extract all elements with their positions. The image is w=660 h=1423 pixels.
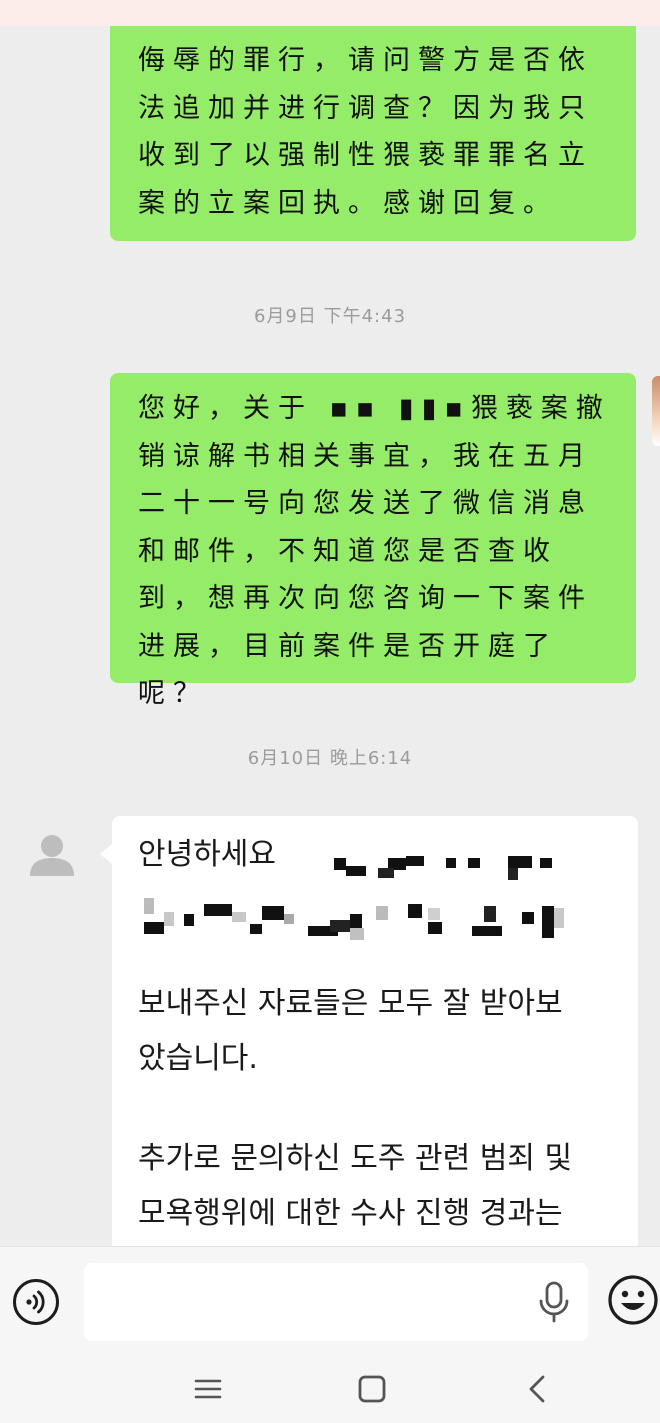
message-text-line: 추가로 문의하신 도주 관련 범죄 및 bbox=[138, 1141, 573, 1176]
home-button[interactable] bbox=[352, 1369, 392, 1409]
home-icon bbox=[358, 1375, 386, 1403]
microphone-icon bbox=[539, 1281, 569, 1323]
chat-area[interactable]: 侮辱的罪行，请问警方是否依法追加并进行调查？因为我只收到了以强制性猥亵罪罪名立案… bbox=[0, 26, 660, 1246]
message-input-bar bbox=[0, 1246, 660, 1355]
message-text-line: 모욕행위에 대한 수사 진행 경과는 bbox=[138, 1196, 563, 1231]
message-bubble-received[interactable]: 안녕하세요 보내주신 자료들은 모두 잘 받아보 았습니다. 추가로 문의하신 … bbox=[100, 816, 638, 1246]
message-timestamp: 6月10日 晚上6:14 bbox=[247, 748, 413, 769]
back-icon bbox=[529, 1375, 545, 1403]
menu-icon bbox=[194, 1379, 222, 1399]
message-text: 侮辱的罪行，请问警方是否依法追加并进行调查？因为我只收到了以强制性猥亵罪罪名立案… bbox=[138, 45, 593, 219]
default-avatar-icon bbox=[30, 835, 74, 876]
voice-input-button[interactable] bbox=[13, 1279, 59, 1325]
avatar-edge bbox=[652, 376, 660, 446]
message-text-line: 았습니다. bbox=[138, 1041, 258, 1076]
emoji-button[interactable] bbox=[606, 1273, 660, 1327]
status-strip bbox=[0, 0, 660, 26]
message-text: 您好，关于 ▪▪ ▮▮▪猥亵案撤销谅解书相关事宜，我在五月二十一号向您发送了微信… bbox=[138, 393, 611, 709]
message-timestamp: 6月9日 下午4:43 bbox=[253, 306, 407, 327]
microphone-button[interactable] bbox=[534, 1277, 574, 1327]
voice-input-icon bbox=[26, 1290, 45, 1314]
message-input[interactable] bbox=[84, 1263, 588, 1341]
emoji-icon bbox=[608, 1275, 658, 1325]
contact-avatar[interactable] bbox=[24, 826, 80, 882]
system-nav-bar bbox=[0, 1355, 660, 1423]
message-bubble-sent[interactable]: 侮辱的罪行，请问警方是否依法追加并进行调查？因为我只收到了以强制性猥亵罪罪名立案… bbox=[110, 26, 636, 241]
message-bubble-sent[interactable]: 您好，关于 ▪▪ ▮▮▪猥亵案撤销谅解书相关事宜，我在五月二十一号向您发送了微信… bbox=[110, 373, 636, 709]
menu-button[interactable] bbox=[188, 1369, 228, 1409]
back-button[interactable] bbox=[518, 1369, 558, 1409]
message-text-line: 보내주신 자료들은 모두 잘 받아보 bbox=[138, 986, 563, 1021]
